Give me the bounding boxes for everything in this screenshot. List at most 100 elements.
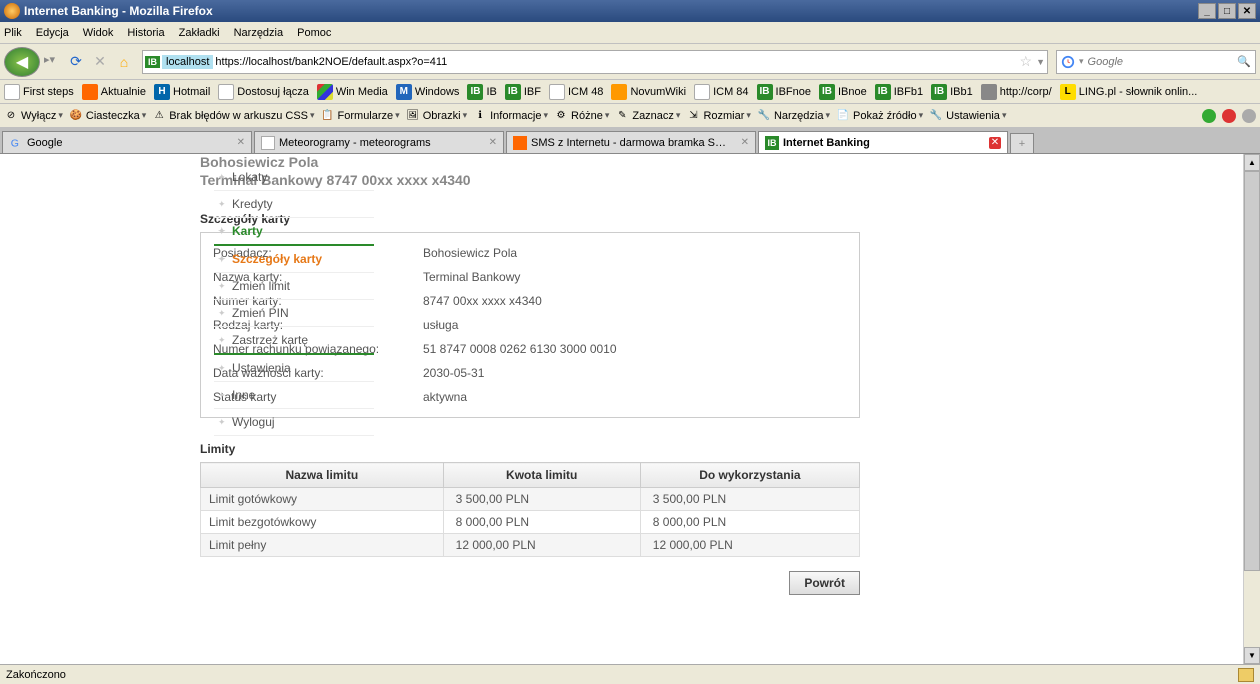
bookmark-item[interactable]: MWindows [396,84,460,100]
bookmark-item[interactable]: IBIBF [505,84,541,100]
browser-tab[interactable]: IBInternet Banking✕ [758,131,1008,153]
bookmark-item[interactable]: LLING.pl - słownik onlin... [1060,84,1198,100]
search-box[interactable]: ▾ 🔍 [1056,50,1256,74]
sidebar-item[interactable]: Zmień limit [214,273,374,300]
sidebar-item[interactable]: Szczegóły karty [214,246,374,273]
forward-button[interactable]: ▸▾ [44,53,62,71]
bookmark-item[interactable]: NovumWiki [611,84,686,100]
bookmark-item[interactable]: IBIB [467,84,496,100]
status-text: Zakończono [6,669,66,681]
devtool-label: Rozmiar [703,110,744,122]
search-submit-icon[interactable]: 🔍 [1237,55,1251,68]
devtool-item[interactable]: 📋Formularze▾ [321,109,400,123]
bookmark-icon: IB [819,84,835,100]
bookmark-item[interactable]: Win Media [317,84,388,100]
bookmark-label: IBb1 [950,86,973,98]
minimize-button[interactable]: _ [1198,3,1216,19]
new-tab-button[interactable]: + [1010,133,1034,153]
limit-amount: 12 000,00 PLN [443,534,640,557]
dropdown-icon: ▾ [746,110,751,121]
dropdown-icon: ▾ [142,110,147,121]
devtool-item[interactable]: ✎Zaznacz▾ [615,109,680,123]
devtool-icon: 🔧 [929,109,943,123]
bookmark-item[interactable]: ICM 48 [549,84,603,100]
devtool-item[interactable]: 🔧Narzędzia▾ [757,109,830,123]
bookmark-item[interactable]: HHotmail [154,84,210,100]
devtool-item[interactable]: ⚠Brak błędów w arkuszu CSS▾ [152,109,314,123]
table-header: Do wykorzystania [640,463,859,488]
tab-close-icon[interactable]: ✕ [989,137,1001,149]
bookmark-item[interactable]: ICM 84 [694,84,748,100]
back-button[interactable]: ◀ [4,47,40,77]
devtool-item[interactable]: ⚙Różne▾ [554,109,609,123]
limit-available: 12 000,00 PLN [640,534,859,557]
bookmark-star-icon[interactable]: ☆ [1020,53,1033,70]
bookmark-item[interactable]: IBIBb1 [931,84,973,100]
sidebar-item[interactable]: Lokaty [214,164,374,191]
menu-view[interactable]: Widok [83,27,114,39]
menu-tools[interactable]: Narzędzia [234,27,284,39]
sidebar-item[interactable]: Zastrzeż kartę [214,327,374,355]
sidebar-item[interactable]: Zmień PIN [214,300,374,327]
devtool-item[interactable]: 🖼Obrazki▾ [406,109,467,123]
browser-tab[interactable]: GGoogle✕ [2,131,252,153]
bookmark-item[interactable]: IBIBFnoe [757,84,811,100]
sidebar-item[interactable]: Inne [214,382,374,409]
devtool-item[interactable]: 🔧Ustawienia▾ [929,109,1006,123]
maximize-button[interactable]: □ [1218,3,1236,19]
browser-tab[interactable]: SMS z Internetu - darmowa bramka SM...✕ [506,131,756,153]
detail-value: Bohosiewicz Pola [423,246,517,260]
devtool-item[interactable]: 🍪Ciasteczka▾ [69,109,146,123]
google-icon [1061,55,1075,69]
scroll-down-icon[interactable]: ▼ [1244,647,1260,664]
sidebar-item[interactable]: Ustawienia [214,355,374,382]
sidebar-item[interactable]: Wyloguj [214,409,374,436]
devtool-item[interactable]: ⊘Wyłącz▾ [4,109,63,123]
bookmark-item[interactable]: Aktualnie [82,84,146,100]
devtool-item[interactable]: 📄Pokaż źródło▾ [836,109,923,123]
menu-edit[interactable]: Edycja [36,27,69,39]
reload-button[interactable]: ⟳ [66,52,86,72]
menu-file[interactable]: Plik [4,27,22,39]
detail-value: aktywna [423,390,467,404]
menu-bookmarks[interactable]: Zakładki [179,27,220,39]
bookmark-item[interactable]: Dostosuj łącza [218,84,309,100]
search-input[interactable] [1088,56,1238,68]
sidebar-item[interactable]: Karty [214,218,374,246]
menu-bar: Plik Edycja Widok Historia Zakładki Narz… [0,22,1260,44]
devtool-label: Wyłącz [21,110,56,122]
tab-close-icon[interactable]: ✕ [741,137,749,148]
tab-close-icon[interactable]: ✕ [489,137,497,148]
vertical-scrollbar[interactable]: ▲ ▼ [1243,154,1260,664]
bookmark-item[interactable]: First steps [4,84,74,100]
devtool-item[interactable]: ℹInformacje▾ [473,109,548,123]
close-button[interactable]: ✕ [1238,3,1256,19]
bookmark-item[interactable]: http://corp/ [981,84,1052,100]
devtool-icon: ⚠ [152,109,166,123]
bookmark-icon: IB [757,84,773,100]
url-bar[interactable]: IB localhost https://localhost/bank2NOE/… [142,50,1048,74]
sidebar-item[interactable]: Kredyty [214,191,374,218]
devtool-item[interactable]: ⇲Rozmiar▾ [686,109,750,123]
bookmark-item[interactable]: IBIBnoe [819,84,867,100]
search-engine-dropdown-icon[interactable]: ▾ [1079,56,1084,67]
table-header: Nazwa limitu [201,463,444,488]
back-page-button[interactable]: Powrót [789,571,860,595]
scroll-thumb[interactable] [1244,171,1260,571]
table-row: Limit bezgotówkowy8 000,00 PLN8 000,00 P… [201,511,860,534]
bookmark-label: First steps [23,86,74,98]
bookmark-item[interactable]: IBIBFb1 [875,84,923,100]
menu-help[interactable]: Pomoc [297,27,331,39]
devtool-label: Narzędzia [774,110,824,122]
menu-history[interactable]: Historia [127,27,164,39]
detail-value: 2030-05-31 [423,366,484,380]
scroll-up-icon[interactable]: ▲ [1244,154,1260,171]
table-header: Kwota limitu [443,463,640,488]
tab-close-icon[interactable]: ✕ [237,137,245,148]
browser-tab[interactable]: Meteorogramy - meteorograms✕ [254,131,504,153]
url-dropdown-icon[interactable]: ▼ [1036,57,1045,67]
bookmark-label: Hotmail [173,86,210,98]
home-button[interactable]: ⌂ [114,52,134,72]
stop-button[interactable]: ✕ [90,52,110,72]
bookmark-label: IBFb1 [894,86,923,98]
